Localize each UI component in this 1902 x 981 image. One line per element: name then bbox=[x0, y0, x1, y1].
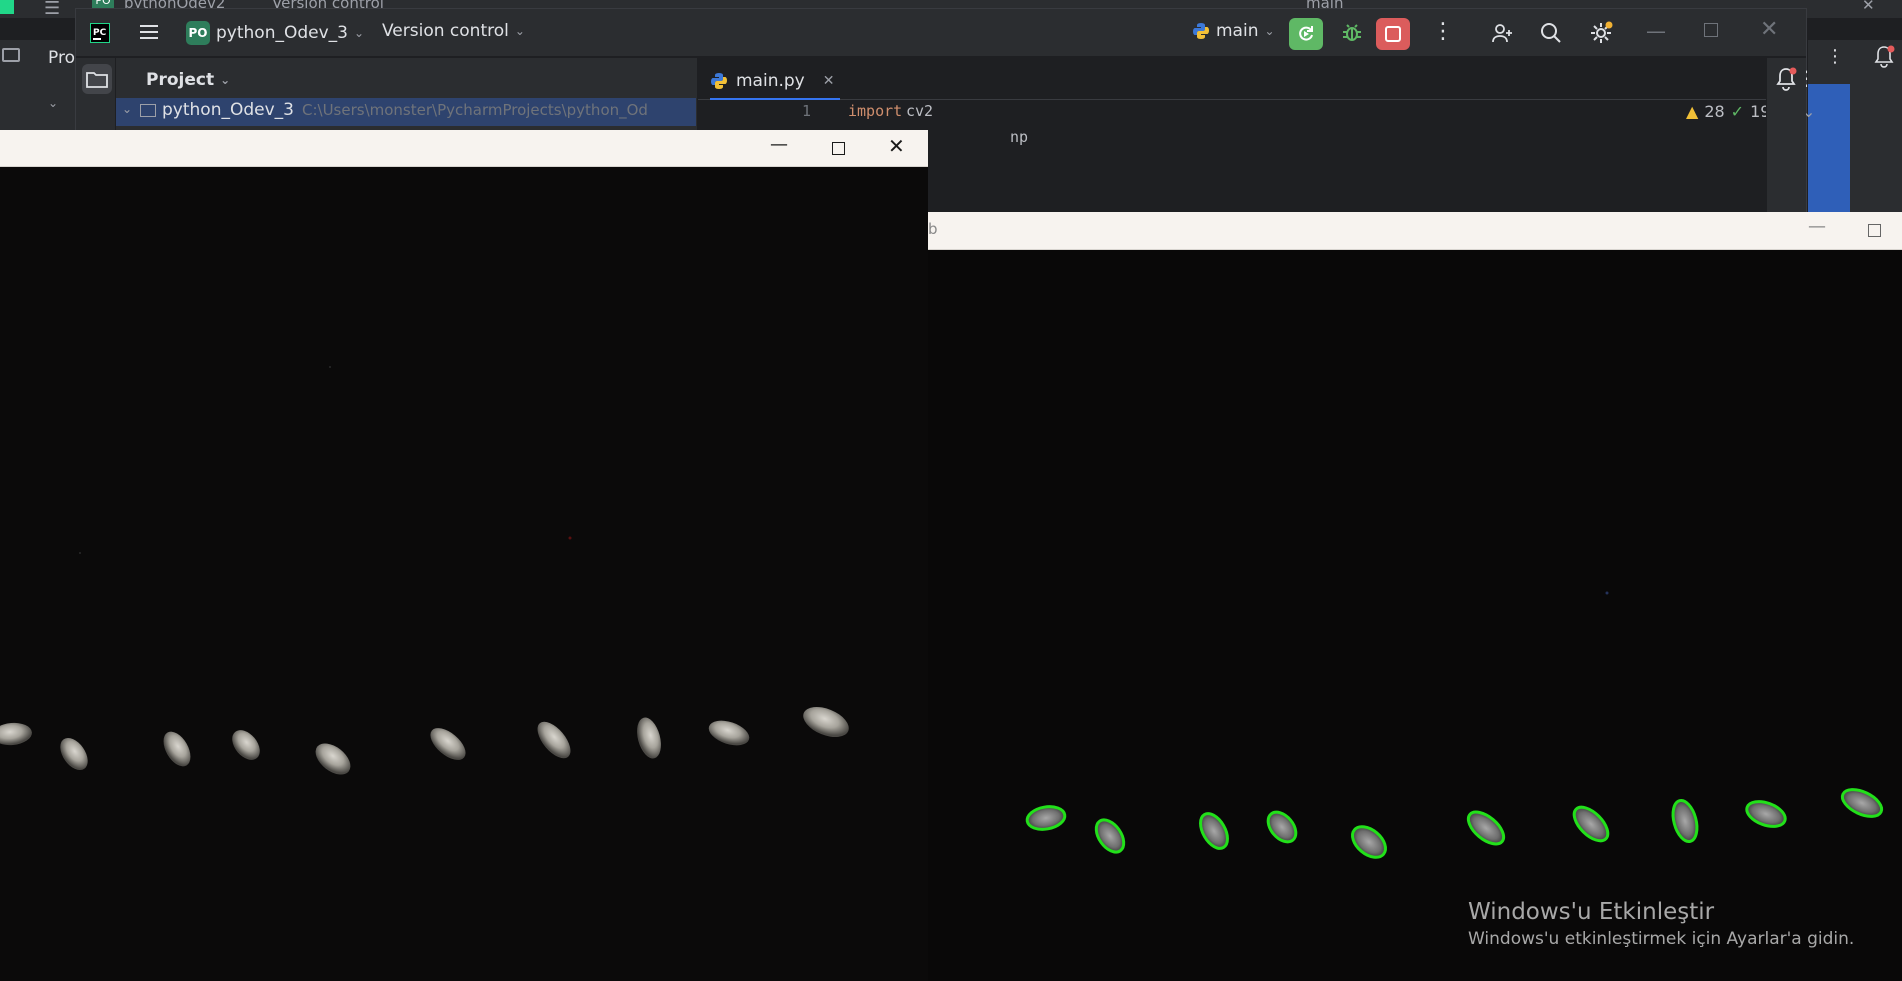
project-name: python_Odev_3 bbox=[216, 23, 348, 43]
window-title: b bbox=[928, 220, 938, 238]
back-sidebar-label[interactable]: Pro bbox=[48, 48, 75, 68]
python-file-icon bbox=[711, 73, 727, 89]
chevron-down-icon[interactable]: ⌄ bbox=[48, 96, 58, 110]
editor-tabbar: main.py ✕ ⋮ bbox=[698, 58, 1816, 100]
python-icon bbox=[1193, 23, 1209, 39]
pycharm-logo-icon: PC bbox=[90, 23, 110, 43]
original-window-titlebar[interactable]: — ✕ bbox=[0, 130, 928, 167]
maximize-button[interactable] bbox=[1704, 23, 1718, 37]
rice-grains bbox=[0, 706, 849, 775]
folder-icon bbox=[140, 104, 156, 117]
close-icon[interactable]: ✕ bbox=[823, 73, 835, 89]
main-menu-button[interactable] bbox=[138, 21, 160, 43]
rerun-button[interactable] bbox=[1289, 18, 1323, 50]
project-badge: PO bbox=[186, 21, 210, 45]
folder-icon[interactable] bbox=[82, 64, 112, 94]
contour-image-window: b — bbox=[928, 212, 1902, 981]
tab-main-py[interactable]: main.py ✕ bbox=[710, 64, 841, 100]
minimize-button[interactable]: — bbox=[770, 134, 788, 155]
chevron-down-icon: ⌄ bbox=[353, 26, 365, 40]
rerun-icon bbox=[1299, 26, 1313, 41]
bell-icon[interactable] bbox=[1872, 44, 1896, 70]
stop-button[interactable] bbox=[1376, 18, 1410, 50]
minimize-button[interactable]: — bbox=[1808, 216, 1826, 237]
project-panel-title[interactable]: Project ⌄ bbox=[146, 70, 230, 90]
code-keyword[interactable]: import bbox=[848, 102, 902, 120]
bell-icon[interactable] bbox=[1773, 66, 1799, 92]
close-button[interactable]: ✕ bbox=[1760, 17, 1778, 42]
contour-window-titlebar[interactable]: b — bbox=[928, 212, 1902, 250]
original-image-window: — ✕ bbox=[0, 130, 928, 981]
original-image bbox=[0, 167, 928, 981]
close-button[interactable]: ✕ bbox=[888, 134, 905, 158]
back-project-panel: Pro ⌄ bbox=[28, 40, 75, 140]
contour-rice-grains bbox=[1025, 788, 1884, 859]
code-module[interactable]: cv2 bbox=[906, 102, 933, 120]
minimize-button[interactable]: — bbox=[1646, 19, 1666, 43]
bug-icon bbox=[1343, 24, 1361, 41]
kebab-icon[interactable]: ⋮ bbox=[1432, 19, 1454, 44]
project-switcher[interactable]: PO python_Odev_3 ⌄ bbox=[186, 21, 364, 45]
chevron-down-icon: ⌄ bbox=[220, 73, 231, 87]
ide-header: PC PO python_Odev_3 ⌄ Version control ⌄ … bbox=[76, 9, 1806, 57]
maximize-button[interactable] bbox=[832, 142, 845, 155]
stop-icon bbox=[1385, 26, 1401, 42]
maximize-button[interactable] bbox=[1868, 224, 1881, 237]
contour-image bbox=[928, 250, 1902, 981]
gear-icon[interactable] bbox=[1588, 20, 1614, 46]
vcs-dropdown[interactable]: Version control ⌄ bbox=[382, 21, 525, 41]
windows-activation-watermark: Windows'u Etkinleştir Windows'u etkinleş… bbox=[1468, 897, 1854, 951]
activation-subtitle: Windows'u etkinleştirmek için Ayarlar'a … bbox=[1468, 929, 1855, 949]
project-panel-title-text: Project bbox=[146, 70, 215, 90]
check-icon: ✓ bbox=[1730, 102, 1745, 121]
warning-icon: ▲ bbox=[1686, 102, 1699, 121]
chevron-down-icon[interactable]: ⌄ bbox=[122, 102, 132, 116]
tree-root-name: python_Odev_3 bbox=[162, 100, 294, 120]
debug-button[interactable] bbox=[1341, 22, 1363, 44]
back-left-strip bbox=[0, 40, 28, 140]
run-config-dropdown[interactable]: main ⌄ bbox=[1192, 21, 1275, 41]
activation-title: Windows'u Etkinleştir bbox=[1468, 899, 1715, 925]
back-right-toolbar: ⋮ bbox=[1808, 40, 1902, 220]
tree-root-path: C:\Users\monster\PycharmProjects\python_… bbox=[302, 101, 648, 119]
add-user-icon[interactable] bbox=[1490, 21, 1514, 45]
chevron-down-icon: ⌄ bbox=[514, 24, 525, 38]
notifications-strip bbox=[1766, 58, 1806, 221]
search-icon[interactable] bbox=[1539, 21, 1563, 45]
back-close-icon[interactable]: ✕ bbox=[1862, 0, 1875, 14]
tab-label: main.py bbox=[736, 71, 805, 91]
chevron-down-icon: ⌄ bbox=[1264, 24, 1275, 38]
kebab-icon[interactable]: ⋮ bbox=[1826, 46, 1844, 67]
line-number: 1 bbox=[802, 102, 812, 120]
tree-root-row[interactable]: ⌄ python_Odev_3 C:\Users\monster\Pycharm… bbox=[116, 98, 696, 126]
pycharm-logo-icon bbox=[0, 0, 14, 14]
run-config-label: main bbox=[1216, 21, 1259, 41]
svg-text:PC: PC bbox=[93, 28, 107, 38]
code-line2-tail[interactable]: np bbox=[1010, 128, 1028, 146]
hamburger-icon[interactable]: ☰ bbox=[44, 0, 60, 19]
folder-icon[interactable] bbox=[2, 48, 20, 62]
warning-count: 28 bbox=[1704, 102, 1725, 121]
vcs-label: Version control bbox=[382, 21, 509, 41]
